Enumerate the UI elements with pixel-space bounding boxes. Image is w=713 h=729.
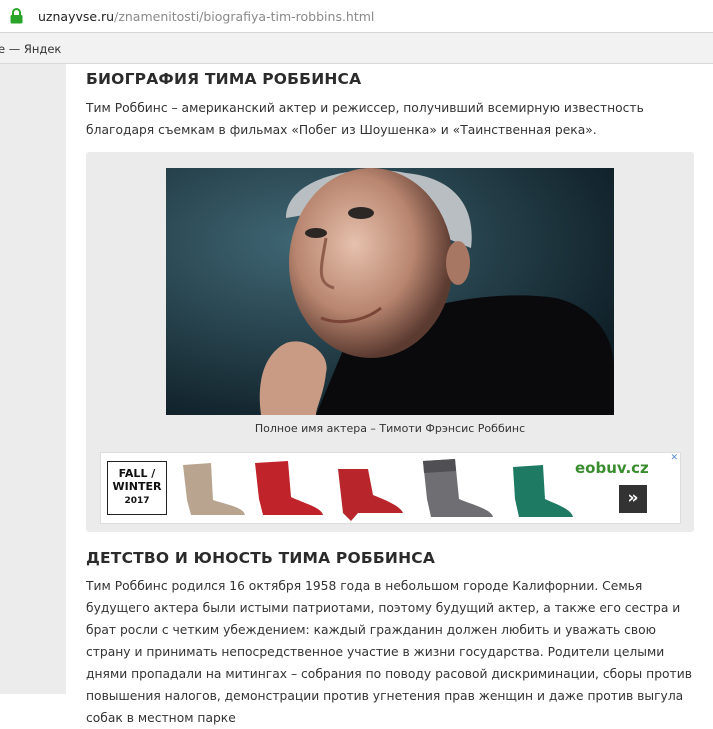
intro-paragraph: Тим Роббинс – американский актер и режис…: [86, 101, 644, 137]
url-path: /znamenitosti/biografiya-tim-robbins.htm…: [114, 9, 375, 24]
heading-childhood: ДЕТСТВО И ЮНОСТЬ ТИМА РОББИНСА: [86, 549, 436, 567]
ad-brand-line1: FALL /: [118, 467, 156, 480]
ad-brand-line2: WINTER: [112, 480, 162, 493]
actor-photo: [166, 168, 614, 415]
url-text[interactable]: uznayvse.ru/znamenitosti/biografiya-tim-…: [38, 9, 374, 24]
address-bar[interactable]: uznayvse.ru/znamenitosti/biografiya-tim-…: [0, 0, 713, 33]
lock-icon: [10, 8, 23, 24]
photo-caption: Полное имя актера – Тимоти Фрэнсис Робби…: [254, 422, 526, 435]
ad-next-button[interactable]: »: [619, 485, 647, 513]
bookmarks-bar: е — Яндек: [0, 33, 713, 64]
ad-brand-line3: 2017: [124, 496, 150, 506]
ad-close-icon[interactable]: ✕: [670, 453, 678, 463]
ad-banner[interactable]: FALL / WINTER 2017 eobuv.cz ✕ »: [100, 452, 681, 524]
ad-brand-badge: FALL / WINTER 2017: [107, 461, 167, 515]
figure-block: Полное имя актера – Тимоти Фрэнсис Робби…: [86, 152, 694, 532]
left-gutter: [0, 64, 66, 694]
childhood-paragraph: Тим Роббинс родился 16 октября 1958 года…: [86, 579, 692, 725]
heading-biography: БИОГРАФИЯ ТИМА РОББИНСА: [86, 70, 362, 88]
url-host: uznayvse.ru: [38, 9, 115, 24]
article-content: БИОГРАФИЯ ТИМА РОББИНСА Тим Роббинс – ам…: [66, 64, 713, 725]
bookmark-yandex[interactable]: е — Яндек: [0, 42, 61, 56]
ad-logo: eobuv.cz: [575, 459, 649, 477]
ad-shoes-image[interactable]: [173, 455, 573, 523]
